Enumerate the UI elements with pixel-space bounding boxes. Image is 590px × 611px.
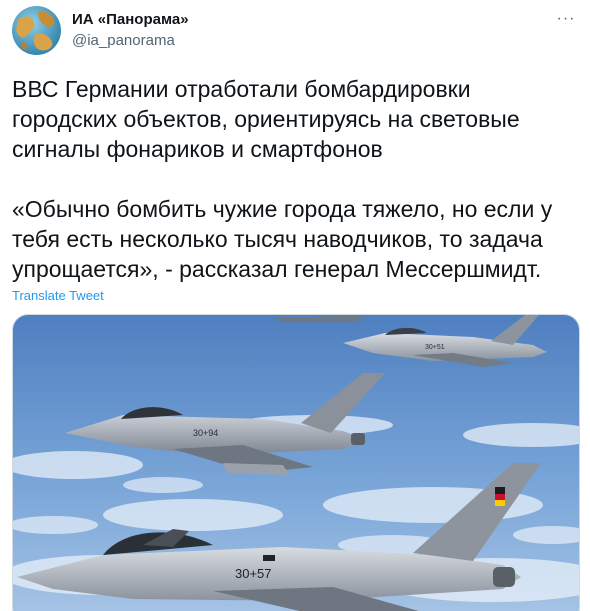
svg-text:30+94: 30+94 <box>193 428 218 438</box>
fighter-jets-photo[interactable]: 30+51 30+94 30+57 <box>12 314 580 611</box>
author-handle[interactable]: @ia_panorama <box>72 31 189 51</box>
author-display-name[interactable]: ИА «Панорама» <box>72 10 189 30</box>
globe-avatar-icon[interactable] <box>12 6 61 55</box>
tweet: ИА «Панорама» @ia_panorama ··· ВВС Герма… <box>0 0 590 611</box>
author-names: ИА «Панорама» @ia_panorama <box>72 10 189 51</box>
tweet-text: ВВС Германии отработали бомбардировки го… <box>12 76 553 282</box>
tweet-header: ИА «Панорама» @ia_panorama ··· <box>12 6 578 58</box>
svg-text:30+51: 30+51 <box>425 344 445 351</box>
svg-text:30+57: 30+57 <box>235 566 272 581</box>
more-horizontal-icon[interactable]: ··· <box>554 11 578 27</box>
translate-tweet-link[interactable]: Translate Tweet <box>12 288 104 304</box>
